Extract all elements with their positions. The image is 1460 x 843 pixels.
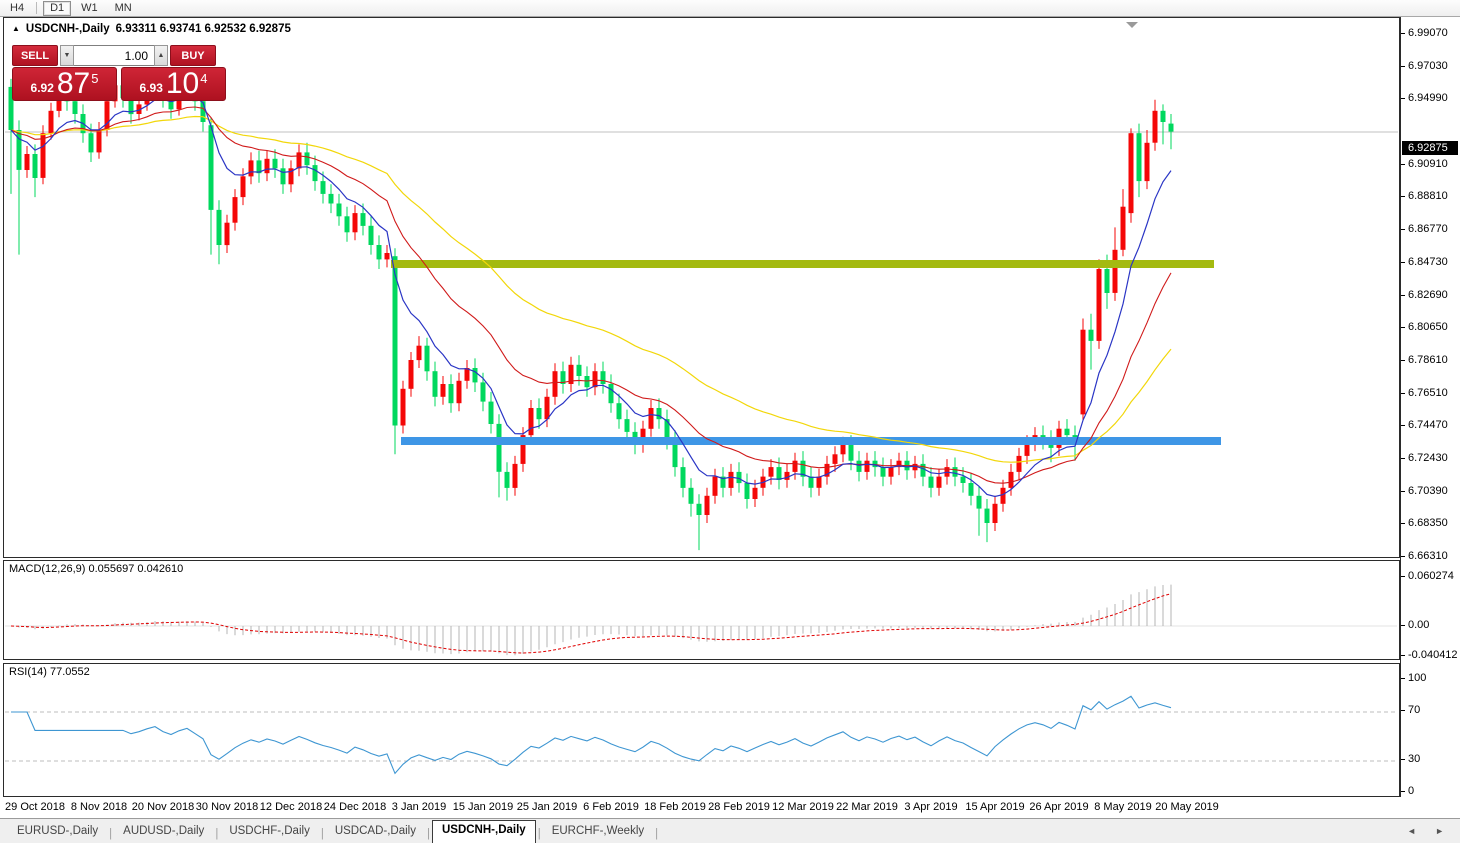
date-axis-label: 3 Jan 2019: [391, 801, 447, 813]
tab-usdcad-daily[interactable]: USDCAD-,Daily: [326, 822, 425, 843]
date-axis[interactable]: 29 Oct 2018 8 Nov 2018 20 Nov 2018 30 Nov 2…: [3, 797, 1400, 818]
resistance-line: [391, 260, 1214, 268]
date-axis-label: 29 Oct 2018: [5, 801, 65, 813]
buy-price-prefix: 6.93: [139, 81, 163, 95]
date-axis-label: 15 Apr 2019: [965, 801, 1025, 813]
buy-button[interactable]: BUY: [170, 45, 216, 66]
price-axis-tick: 6.90910: [1401, 158, 1448, 170]
date-axis-label: 12 Dec 2018: [259, 801, 323, 813]
timeframe-button-d1[interactable]: D1: [43, 0, 72, 16]
volume-input[interactable]: [74, 45, 154, 66]
indicator-axis-tick: 0: [1400, 785, 1415, 797]
candles-group: [8, 69, 1174, 551]
buy-price-tile[interactable]: 6.93 10 4: [121, 67, 226, 101]
rsi-chart: [5, 695, 1397, 775]
tab-eurchf-weekly[interactable]: EURCHF-,Weekly: [543, 822, 653, 843]
price-axis-tick: 6.88810: [1401, 190, 1448, 202]
price-axis-tick: 6.74470: [1401, 419, 1448, 431]
buy-price-sup: 4: [200, 70, 208, 86]
price-axis-tick: 6.68350: [1401, 517, 1448, 529]
macd-chart: [5, 584, 1397, 656]
rsi-label: RSI(14) 77.0552: [9, 666, 90, 678]
price-axis-tick: 6.80650: [1401, 321, 1448, 333]
date-axis-label: 3 Apr 2019: [904, 801, 958, 813]
timeframe-button-h4[interactable]: H4: [3, 1, 31, 16]
tab-usdcnh-daily[interactable]: USDCNH-,Daily: [431, 820, 536, 843]
one-click-trade-widget: SELL ▼ ▲ BUY 6.92 87 5 6.93 10 4: [12, 45, 227, 101]
price-axis-tick: 6.84730: [1401, 256, 1448, 268]
tab-usdchf-daily[interactable]: USDCHF-,Daily: [220, 822, 319, 843]
date-axis-label: 25 Jan 2019: [516, 801, 578, 813]
tab-separator: |: [426, 828, 430, 840]
tab-eurusd-daily[interactable]: EURUSD-,Daily: [8, 822, 107, 843]
indicator-axis-tick: 0.00: [1400, 619, 1430, 631]
date-axis-label: 12 Mar 2019: [772, 801, 834, 813]
indicator-axis-tick: 100: [1400, 672, 1427, 684]
sell-price-sup: 5: [91, 70, 99, 86]
timeframe-toolbar: H4 D1 W1 MN: [0, 0, 1460, 17]
main-chart-panel[interactable]: ▲ USDCNH-,Daily 6.93311 6.93741 6.92532 …: [3, 17, 1400, 558]
tab-separator: |: [320, 828, 324, 840]
tab-separator: |: [537, 828, 541, 840]
timeframe-button-mn[interactable]: MN: [108, 1, 139, 16]
date-axis-label: 8 May 2019: [1094, 801, 1152, 813]
date-axis-label: 22 Mar 2019: [836, 801, 898, 813]
price-axis-tick: 6.66310: [1401, 550, 1448, 562]
scroll-anchor-marker: [1126, 22, 1138, 28]
tab-separator: |: [215, 828, 219, 840]
price-axis-tick: 6.78610: [1401, 354, 1448, 366]
date-axis-label: 20 Nov 2018: [131, 801, 195, 813]
sell-price-tile[interactable]: 6.92 87 5: [12, 67, 117, 101]
price-axis-tick: 6.72430: [1401, 452, 1448, 464]
date-axis-label: 6 Feb 2019: [583, 801, 639, 813]
buy-price-big: 10: [165, 67, 200, 100]
price-axis-tick: 6.94990: [1401, 92, 1448, 104]
timeframe-button-w1[interactable]: W1: [74, 1, 105, 16]
macd-label: MACD(12,26,9) 0.055697 0.042610: [9, 563, 184, 575]
price-axis[interactable]: 6.92875 6.99070 6.97030 6.94990 6.90910 6.88…: [1400, 17, 1460, 797]
chart-symbol-label: USDCNH-,Daily: [25, 23, 110, 35]
date-axis-label: 26 Apr 2019: [1029, 801, 1089, 813]
macd-histogram: [18, 584, 1172, 656]
price-axis-tick: 6.70390: [1401, 485, 1448, 497]
rsi-indicator-panel[interactable]: RSI(14) 77.0552: [3, 663, 1400, 797]
date-axis-label: 20 May 2019: [1155, 801, 1219, 813]
price-axis-tick: 6.76510: [1401, 387, 1448, 399]
tab-scroll-left-icon[interactable]: ◄: [1407, 826, 1416, 836]
current-price-tag: 6.92875: [1402, 141, 1458, 155]
indicator-axis-tick: 30: [1400, 753, 1421, 765]
macd-indicator-panel[interactable]: MACD(12,26,9) 0.055697 0.042610: [3, 560, 1400, 660]
tab-separator: |: [655, 828, 659, 840]
price-axis-tick: 6.97030: [1401, 60, 1448, 72]
volume-increase-button[interactable]: ▲: [154, 45, 168, 66]
chart-header: ▲ USDCNH-,Daily 6.93311 6.93741 6.92532 …: [12, 23, 291, 35]
chart-ohlc-values: 6.93311 6.93741 6.92532 6.92875: [115, 23, 291, 35]
date-axis-label: 8 Nov 2018: [70, 801, 128, 813]
tab-audusd-daily[interactable]: AUDUSD-,Daily: [114, 822, 213, 843]
sell-price-prefix: 6.92: [30, 81, 54, 95]
toolbar-separator: [36, 2, 38, 14]
indicator-axis-tick: 70: [1400, 704, 1421, 716]
sell-button[interactable]: SELL: [12, 45, 58, 66]
indicator-axis-tick: -0.040412: [1401, 649, 1458, 661]
indicator-axis-tick: 0.060274: [1401, 570, 1454, 582]
sell-price-big: 87: [56, 67, 91, 100]
price-axis-tick: 6.86770: [1401, 223, 1448, 235]
date-axis-label: 28 Feb 2019: [708, 801, 770, 813]
moving-averages-group: [10, 95, 1172, 498]
terminal-window: H4 D1 W1 MN ▲ USDCNH-,Daily 6.93311 6.93741…: [0, 0, 1460, 843]
tab-separator: |: [109, 828, 113, 840]
chart-tab-bar: EURUSD-,Daily | AUDUSD-,Daily | USDCHF-,Dail…: [0, 818, 1460, 843]
tab-scroll-right-icon[interactable]: ►: [1435, 826, 1444, 836]
date-axis-label: 18 Feb 2019: [644, 801, 706, 813]
collapse-icon[interactable]: ▲: [12, 24, 20, 33]
date-axis-label: 24 Dec 2018: [323, 801, 387, 813]
price-axis-tick: 6.99070: [1401, 27, 1448, 39]
price-axis-tick: 6.82690: [1401, 289, 1448, 301]
date-axis-label: 15 Jan 2019: [452, 801, 514, 813]
date-axis-label: 30 Nov 2018: [195, 801, 259, 813]
volume-decrease-button[interactable]: ▼: [60, 45, 74, 66]
